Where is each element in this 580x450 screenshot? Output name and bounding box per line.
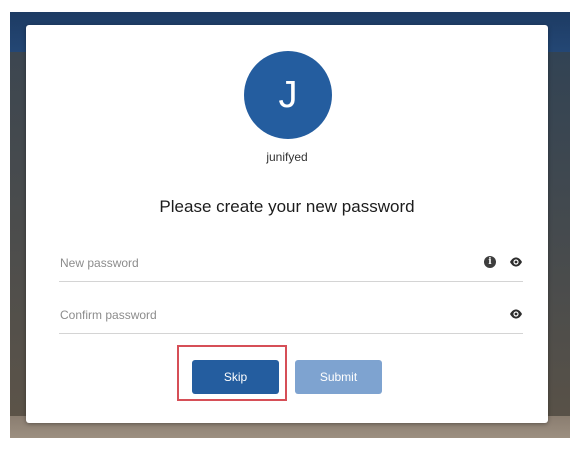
background-tree-right	[548, 52, 570, 432]
eye-icon[interactable]	[509, 307, 523, 321]
password-card: J junifyed Please create your new passwo…	[26, 25, 548, 423]
confirm-password-field	[59, 297, 523, 334]
avatar: J	[244, 51, 332, 139]
new-password-field: i	[59, 245, 523, 282]
info-icon[interactable]: i	[484, 256, 496, 268]
new-password-input[interactable]	[59, 253, 461, 273]
page-title: Please create your new password	[159, 197, 415, 216]
submit-button[interactable]: Submit	[295, 360, 382, 394]
username: junifyed	[266, 150, 308, 164]
confirm-password-input[interactable]	[59, 305, 461, 325]
eye-icon[interactable]	[509, 255, 523, 269]
avatar-initial: J	[278, 73, 298, 116]
skip-button[interactable]: Skip	[192, 360, 279, 394]
